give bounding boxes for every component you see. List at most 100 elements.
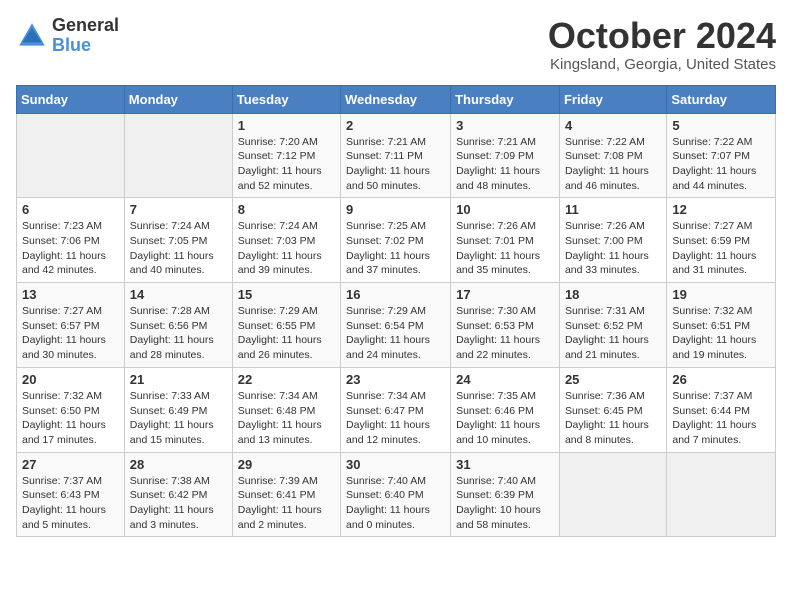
calendar-header-row: SundayMondayTuesdayWednesdayThursdayFrid…: [17, 85, 776, 113]
day-info: Sunrise: 7:20 AMSunset: 7:12 PMDaylight:…: [238, 135, 335, 194]
logo-icon: [16, 20, 48, 52]
day-cell: [124, 113, 232, 198]
day-cell: 23Sunrise: 7:34 AMSunset: 6:47 PMDayligh…: [341, 367, 451, 452]
day-info: Sunrise: 7:39 AMSunset: 6:41 PMDaylight:…: [238, 474, 335, 533]
day-info: Sunrise: 7:34 AMSunset: 6:47 PMDaylight:…: [346, 389, 445, 448]
day-cell: 5 Sunrise: 7:22 AMSunset: 7:07 PMDaylight…: [667, 113, 776, 198]
day-info: Sunrise: 7:21 AMSunset: 7:11 PMDaylight:…: [346, 135, 445, 194]
day-number: 19: [672, 287, 770, 302]
day-header-friday: Friday: [559, 85, 666, 113]
day-info: Sunrise: 7:35 AMSunset: 6:46 PMDaylight:…: [456, 389, 554, 448]
day-cell: 2 Sunrise: 7:21 AMSunset: 7:11 PMDaylight…: [341, 113, 451, 198]
day-cell: 22 Sunrise: 7:34 AMSunset: 6:48 PMDayligh…: [232, 367, 340, 452]
week-row-5: 27 Sunrise: 7:37 AMSunset: 6:43 PMDayligh…: [17, 452, 776, 537]
day-cell: 3 Sunrise: 7:21 AMSunset: 7:09 PMDaylight…: [451, 113, 560, 198]
day-cell: 18 Sunrise: 7:31 AMSunset: 6:52 PMDayligh…: [559, 283, 666, 368]
day-header-monday: Monday: [124, 85, 232, 113]
day-info: Sunrise: 7:33 AMSunset: 6:49 PMDaylight:…: [130, 389, 227, 448]
day-cell: 13 Sunrise: 7:27 AMSunset: 6:57 PMDayligh…: [17, 283, 125, 368]
day-cell: 6 Sunrise: 7:23 AMSunset: 7:06 PMDaylight…: [17, 198, 125, 283]
logo: General Blue: [16, 16, 119, 56]
day-cell: 21Sunrise: 7:33 AMSunset: 6:49 PMDayligh…: [124, 367, 232, 452]
day-info: Sunrise: 7:29 AMSunset: 6:54 PMDaylight:…: [346, 304, 445, 363]
day-header-thursday: Thursday: [451, 85, 560, 113]
day-number: 3: [456, 118, 554, 133]
day-number: 7: [130, 202, 227, 217]
day-info: Sunrise: 7:31 AMSunset: 6:52 PMDaylight:…: [565, 304, 661, 363]
week-row-1: 1 Sunrise: 7:20 AMSunset: 7:12 PMDaylight…: [17, 113, 776, 198]
day-cell: 10Sunrise: 7:26 AMSunset: 7:01 PMDayligh…: [451, 198, 560, 283]
day-number: 8: [238, 202, 335, 217]
day-info: Sunrise: 7:21 AMSunset: 7:09 PMDaylight:…: [456, 135, 554, 194]
day-cell: 26Sunrise: 7:37 AMSunset: 6:44 PMDayligh…: [667, 367, 776, 452]
day-info: Sunrise: 7:40 AMSunset: 6:40 PMDaylight:…: [346, 474, 445, 533]
day-number: 26: [672, 372, 770, 387]
day-header-tuesday: Tuesday: [232, 85, 340, 113]
month-title: October 2024: [548, 16, 776, 56]
day-info: Sunrise: 7:23 AMSunset: 7:06 PMDaylight:…: [22, 219, 119, 278]
location-title: Kingsland, Georgia, United States: [548, 56, 776, 73]
day-number: 31: [456, 457, 554, 472]
day-info: Sunrise: 7:22 AMSunset: 7:07 PMDaylight:…: [672, 135, 770, 194]
day-number: 15: [238, 287, 335, 302]
day-cell: 12 Sunrise: 7:27 AMSunset: 6:59 PMDayligh…: [667, 198, 776, 283]
day-info: Sunrise: 7:27 AMSunset: 6:57 PMDaylight:…: [22, 304, 119, 363]
day-cell: [17, 113, 125, 198]
day-info: Sunrise: 7:26 AMSunset: 7:00 PMDaylight:…: [565, 219, 661, 278]
day-info: Sunrise: 7:24 AMSunset: 7:05 PMDaylight:…: [130, 219, 227, 278]
day-cell: 31 Sunrise: 7:40 AMSunset: 6:39 PMDayligh…: [451, 452, 560, 537]
day-cell: 16Sunrise: 7:29 AMSunset: 6:54 PMDayligh…: [341, 283, 451, 368]
page-header: General Blue October 2024 Kingsland, Geo…: [16, 16, 776, 73]
day-cell: 1 Sunrise: 7:20 AMSunset: 7:12 PMDaylight…: [232, 113, 340, 198]
day-number: 27: [22, 457, 119, 472]
day-number: 30: [346, 457, 445, 472]
day-cell: 7 Sunrise: 7:24 AMSunset: 7:05 PMDaylight…: [124, 198, 232, 283]
day-cell: 19 Sunrise: 7:32 AMSunset: 6:51 PMDayligh…: [667, 283, 776, 368]
logo-blue-text: Blue: [52, 36, 119, 56]
day-number: 13: [22, 287, 119, 302]
day-cell: 9Sunrise: 7:25 AMSunset: 7:02 PMDaylight…: [341, 198, 451, 283]
day-header-sunday: Sunday: [17, 85, 125, 113]
day-number: 29: [238, 457, 335, 472]
day-cell: 11 Sunrise: 7:26 AMSunset: 7:00 PMDayligh…: [559, 198, 666, 283]
day-info: Sunrise: 7:30 AMSunset: 6:53 PMDaylight:…: [456, 304, 554, 363]
day-cell: 28 Sunrise: 7:38 AMSunset: 6:42 PMDayligh…: [124, 452, 232, 537]
day-info: Sunrise: 7:27 AMSunset: 6:59 PMDaylight:…: [672, 219, 770, 278]
day-header-saturday: Saturday: [667, 85, 776, 113]
day-number: 5: [672, 118, 770, 133]
day-cell: 24 Sunrise: 7:35 AMSunset: 6:46 PMDayligh…: [451, 367, 560, 452]
day-number: 24: [456, 372, 554, 387]
day-cell: [667, 452, 776, 537]
day-number: 4: [565, 118, 661, 133]
day-info: Sunrise: 7:36 AMSunset: 6:45 PMDaylight:…: [565, 389, 661, 448]
calendar-table: SundayMondayTuesdayWednesdayThursdayFrid…: [16, 85, 776, 538]
day-info: Sunrise: 7:32 AMSunset: 6:51 PMDaylight:…: [672, 304, 770, 363]
day-cell: 20Sunrise: 7:32 AMSunset: 6:50 PMDayligh…: [17, 367, 125, 452]
day-number: 17: [456, 287, 554, 302]
day-info: Sunrise: 7:38 AMSunset: 6:42 PMDaylight:…: [130, 474, 227, 533]
day-info: Sunrise: 7:34 AMSunset: 6:48 PMDaylight:…: [238, 389, 335, 448]
week-row-4: 20Sunrise: 7:32 AMSunset: 6:50 PMDayligh…: [17, 367, 776, 452]
day-info: Sunrise: 7:40 AMSunset: 6:39 PMDaylight:…: [456, 474, 554, 533]
day-cell: 30 Sunrise: 7:40 AMSunset: 6:40 PMDayligh…: [341, 452, 451, 537]
day-cell: 25Sunrise: 7:36 AMSunset: 6:45 PMDayligh…: [559, 367, 666, 452]
day-info: Sunrise: 7:22 AMSunset: 7:08 PMDaylight:…: [565, 135, 661, 194]
title-section: October 2024 Kingsland, Georgia, United …: [548, 16, 776, 73]
day-info: Sunrise: 7:32 AMSunset: 6:50 PMDaylight:…: [22, 389, 119, 448]
week-row-3: 13 Sunrise: 7:27 AMSunset: 6:57 PMDayligh…: [17, 283, 776, 368]
day-info: Sunrise: 7:37 AMSunset: 6:43 PMDaylight:…: [22, 474, 119, 533]
day-info: Sunrise: 7:26 AMSunset: 7:01 PMDaylight:…: [456, 219, 554, 278]
day-number: 1: [238, 118, 335, 133]
day-number: 22: [238, 372, 335, 387]
day-number: 6: [22, 202, 119, 217]
day-info: Sunrise: 7:24 AMSunset: 7:03 PMDaylight:…: [238, 219, 335, 278]
day-number: 14: [130, 287, 227, 302]
day-number: 28: [130, 457, 227, 472]
day-number: 9: [346, 202, 445, 217]
day-header-wednesday: Wednesday: [341, 85, 451, 113]
day-number: 11: [565, 202, 661, 217]
day-number: 12: [672, 202, 770, 217]
logo-general-text: General: [52, 16, 119, 36]
day-number: 2: [346, 118, 445, 133]
day-number: 18: [565, 287, 661, 302]
